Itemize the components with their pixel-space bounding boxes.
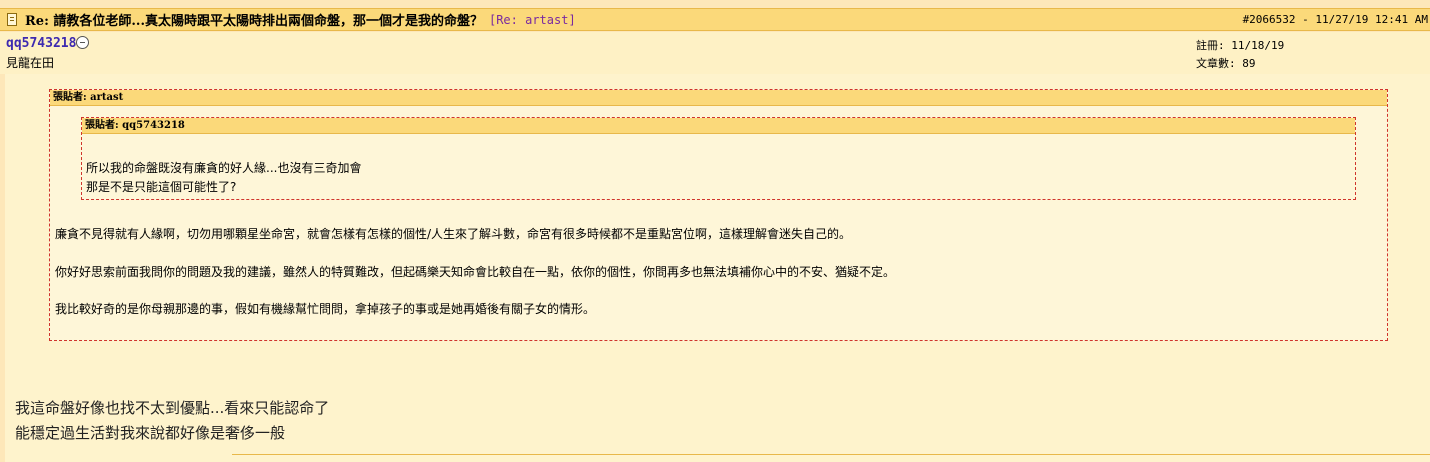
outer-quote-paragraph: 你好好思索前面我問你的問題及我的建議，雖然人的特質難改，但起碼樂天知命會比較自在… bbox=[55, 265, 896, 279]
author-title: 見龍在田 bbox=[6, 56, 55, 70]
post-title-bar: Re: 請教各位老師...真太陽時跟平太陽時排出兩個命盤，那一個才是我的命盤？ … bbox=[0, 8, 1430, 31]
author-username-link[interactable]: qq5743218 bbox=[6, 36, 76, 51]
post-icon bbox=[7, 13, 17, 26]
post-title[interactable]: Re: 請教各位老師...真太陽時跟平太陽時排出兩個命盤，那一個才是我的命盤？ bbox=[25, 10, 483, 29]
inner-quote-line: 所以我的命盤既沒有廉貪的好人緣...也沒有三奇加會 bbox=[86, 161, 362, 175]
author-post-count: 文章數: 89 bbox=[1196, 57, 1256, 70]
reply-line: 我這命盤好像也找不太到優點...看來只能認命了 bbox=[15, 399, 330, 417]
outer-quote-paragraph: 我比較好奇的是你母親那邊的事，假如有機緣幫忙問問，拿掉孩子的事或是她再婚後有關子… bbox=[55, 302, 596, 316]
reply-reference-link[interactable]: [Re: artast] bbox=[489, 13, 576, 27]
author-registered: 註冊: 11/18/19 bbox=[1196, 39, 1285, 52]
inner-quote-line: 那是不是只能這個可能性了? bbox=[86, 180, 237, 194]
author-info: qq5743218 見龍在田 註冊: 11/18/19 文章數: 89 bbox=[0, 32, 1430, 74]
inner-quote-header: 張貼者: qq5743218 bbox=[82, 118, 1355, 134]
online-status-icon bbox=[76, 36, 89, 49]
post-meta: #2066532 - 11/27/19 12:41 AM bbox=[1242, 13, 1428, 26]
reply-line: 能穩定過生活對我來說都好像是奢侈一般 bbox=[15, 424, 286, 442]
bottom-divider bbox=[232, 454, 1430, 455]
outer-quote-header: 張貼者: artast bbox=[50, 90, 1387, 106]
outer-quote-paragraph: 廉貪不見得就有人緣啊，切勿用哪顆星坐命宮，就會怎樣有怎樣的個性/人生來了解斗數，… bbox=[55, 227, 852, 241]
